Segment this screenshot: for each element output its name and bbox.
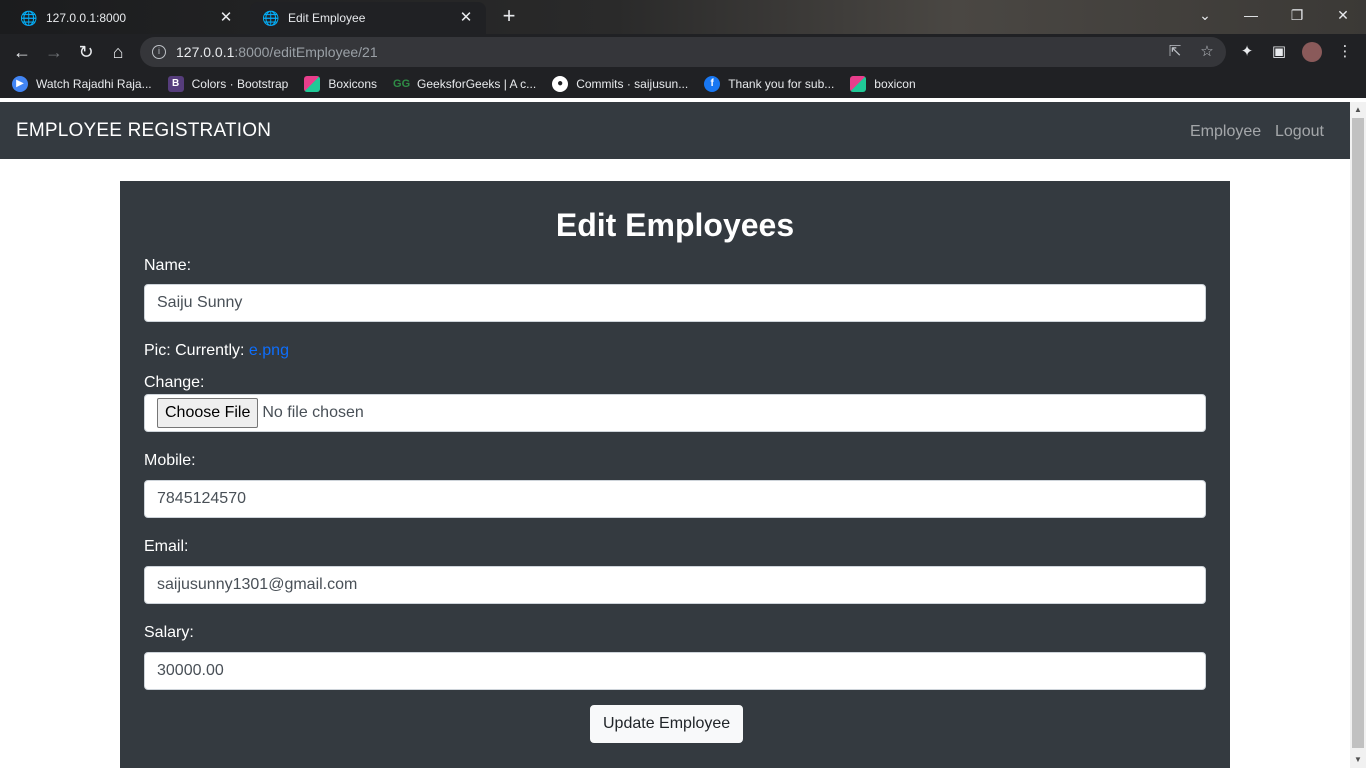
tab-title: Edit Employee — [288, 11, 366, 25]
name-label: Name: — [144, 257, 192, 274]
no-file-text: No file chosen — [262, 404, 364, 421]
tab-search-icon[interactable]: ⌄ — [1190, 4, 1220, 26]
salary-value: 30000.00 — [157, 662, 224, 679]
bookmark-item[interactable]: boxicon — [850, 76, 916, 92]
bookmark-label: Commits · saijusun... — [576, 77, 689, 91]
nav-link-logout[interactable]: Logout — [1275, 123, 1324, 141]
extensions-icon[interactable]: ✦ — [1238, 43, 1256, 61]
close-icon[interactable]: ✕ — [458, 10, 474, 26]
browser-toolbar: ← → ↻ ⌂ i 127.0.0.1:8000/editEmployee/21… — [0, 34, 1366, 70]
tab-title: 127.0.0.1:8000 — [46, 11, 127, 25]
browser-tab-active[interactable]: 🌐 Edit Employee ✕ — [250, 2, 486, 34]
update-employee-button[interactable]: Update Employee — [590, 705, 744, 743]
home-icon[interactable]: ⌂ — [106, 40, 130, 64]
new-tab-icon[interactable]: + — [498, 5, 520, 28]
globe-icon: 🌐 — [20, 10, 38, 26]
mobile-label: Mobile: — [144, 452, 196, 469]
url-path: :8000/editEmployee/21 — [234, 44, 378, 60]
site-navbar: EMPLOYEE REGISTRATION Employee Logout — [0, 102, 1350, 159]
bookmark-label: Watch Rajadhi Raja... — [36, 77, 152, 91]
scrollbar-thumb[interactable] — [1352, 118, 1364, 748]
scroll-down-icon[interactable]: ▼ — [1350, 752, 1366, 768]
bookmark-label: Boxicons — [328, 77, 378, 91]
back-icon[interactable]: ← — [10, 40, 34, 64]
bookmark-item[interactable]: B Colors · Bootstrap — [167, 76, 289, 92]
bookmark-item[interactable]: f Thank you for sub... — [704, 76, 834, 92]
bookmark-label: boxicon — [874, 77, 916, 91]
salary-label: Salary: — [144, 624, 194, 641]
email-label: Email: — [144, 538, 189, 555]
name-input[interactable]: Saiju Sunny — [144, 284, 1206, 322]
choose-file-button[interactable]: Choose File — [157, 398, 259, 428]
page-scrollbar[interactable]: ▲ ▼ — [1350, 102, 1366, 768]
email-value: saijusunny1301@gmail.com — [157, 576, 358, 593]
change-label: Change: — [144, 374, 205, 391]
window-close-icon[interactable]: ✕ — [1328, 4, 1358, 26]
mobile-value: 7845124570 — [157, 490, 246, 507]
name-value: Saiju Sunny — [157, 294, 243, 311]
side-panel-icon[interactable]: ▣ — [1270, 43, 1288, 61]
globe-icon: 🌐 — [262, 10, 280, 26]
bootstrap-icon: B — [167, 76, 184, 92]
pic-file-input[interactable]: Choose File No file chosen — [144, 394, 1206, 432]
forward-icon[interactable]: → — [42, 40, 66, 64]
browser-tab[interactable]: 🌐 127.0.0.1:8000 ✕ — [8, 2, 246, 34]
bookmark-item[interactable]: Boxicons — [304, 76, 377, 92]
share-icon[interactable]: ⇱ — [1166, 43, 1184, 61]
reload-icon[interactable]: ↻ — [74, 40, 98, 64]
boxicons-icon — [304, 76, 321, 92]
boxicons-icon — [850, 76, 867, 92]
github-icon: ● — [552, 76, 569, 92]
minimize-icon[interactable]: — — [1236, 4, 1266, 26]
edit-employee-form: Edit Employees Name: Saiju Sunny Pic: Cu… — [120, 181, 1230, 768]
bookmark-item[interactable]: ▶ Watch Rajadhi Raja... — [12, 76, 152, 92]
bookmark-item[interactable]: GG GeeksforGeeks | A c... — [393, 76, 536, 92]
close-icon[interactable]: ✕ — [218, 10, 234, 26]
salary-input[interactable]: 30000.00 — [144, 652, 1206, 690]
pic-current-label: Pic: Currently: — [144, 342, 245, 359]
url-host: 127.0.0.1 — [176, 44, 235, 60]
play-icon: ▶ — [12, 76, 28, 92]
menu-icon[interactable]: ⋮ — [1336, 43, 1354, 61]
page-content: EMPLOYEE REGISTRATION Employee Logout Ed… — [0, 102, 1350, 768]
bookmark-star-icon[interactable]: ☆ — [1198, 43, 1216, 61]
mobile-input[interactable]: 7845124570 — [144, 480, 1206, 518]
bookmarks-bar: ▶ Watch Rajadhi Raja... B Colors · Boots… — [0, 70, 1366, 98]
scroll-up-icon[interactable]: ▲ — [1350, 102, 1366, 118]
bookmark-label: Thank you for sub... — [728, 77, 835, 91]
bookmark-label: GeeksforGeeks | A c... — [417, 77, 537, 91]
current-pic-link[interactable]: e.png — [249, 342, 289, 359]
site-info-icon[interactable]: i — [152, 45, 166, 59]
navbar-brand[interactable]: EMPLOYEE REGISTRATION — [16, 120, 271, 142]
bookmark-item[interactable]: ● Commits · saijusun... — [552, 76, 688, 92]
bookmark-label: Colors · Bootstrap — [191, 77, 289, 91]
nav-link-employee[interactable]: Employee — [1190, 123, 1261, 141]
address-bar[interactable]: i 127.0.0.1:8000/editEmployee/21 — [140, 37, 1226, 67]
page-title: Edit Employees — [555, 207, 795, 243]
browser-tab-strip: 🌐 127.0.0.1:8000 ✕ 🌐 Edit Employee ✕ + ⌄… — [0, 0, 1366, 34]
pic-label: Pic: Currently: e.png — [144, 342, 289, 360]
restore-icon[interactable]: ❐ — [1282, 4, 1312, 26]
profile-avatar[interactable] — [1302, 42, 1322, 62]
facebook-icon: f — [704, 76, 721, 92]
geeksforgeeks-icon: GG — [393, 78, 411, 90]
email-input[interactable]: saijusunny1301@gmail.com — [144, 566, 1206, 604]
